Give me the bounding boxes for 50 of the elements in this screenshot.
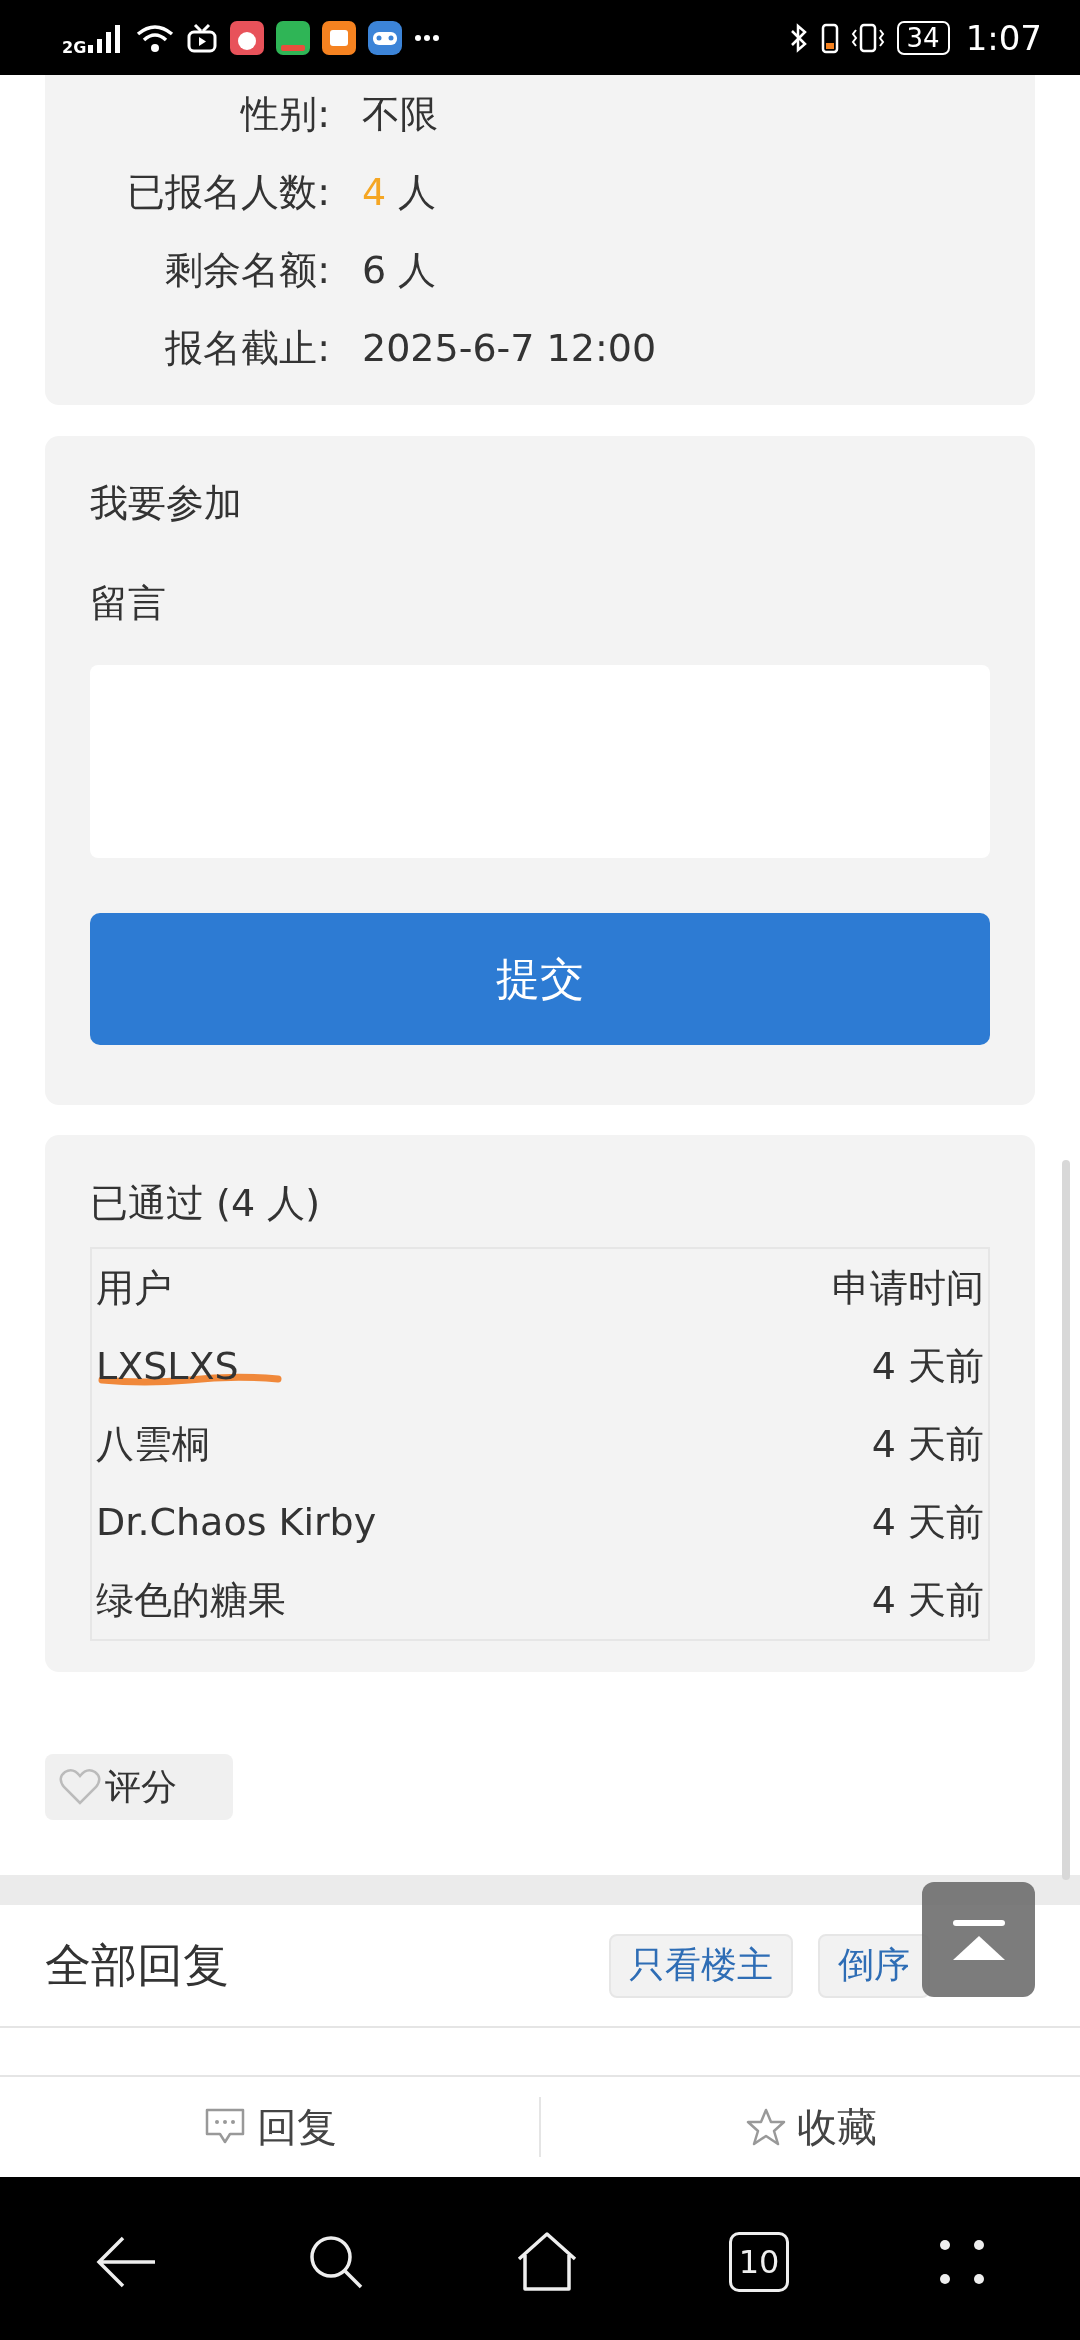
detail-value: 4 人 xyxy=(362,168,437,216)
phone-icon xyxy=(820,21,839,54)
app-icon xyxy=(230,20,265,55)
filter-button[interactable]: 倒序 xyxy=(818,1933,930,1998)
tabs-button[interactable]: 10 xyxy=(729,2232,789,2292)
apply-time: 4 天前 xyxy=(871,1498,984,1546)
replies-title: 全部回复 xyxy=(45,1936,229,1994)
message-label: 留言 xyxy=(90,581,167,625)
detail-value: 不限 xyxy=(362,90,438,138)
user-name[interactable]: 八雲桐 xyxy=(96,1421,210,1466)
dots-icon[interactable] xyxy=(939,2239,985,2285)
user-name[interactable]: 绿色的糖果 xyxy=(96,1577,286,1622)
home-icon[interactable] xyxy=(515,2231,579,2293)
back-icon[interactable] xyxy=(95,2235,157,2289)
user-name[interactable]: Dr.Chaos Kirby xyxy=(96,1500,377,1544)
app-icon xyxy=(322,20,357,55)
battery-level: 34 xyxy=(896,20,950,55)
column-header: 用户 xyxy=(96,1264,172,1312)
section-title: 已通过 (4 人) xyxy=(90,1181,321,1225)
rate-button[interactable]: 评分 xyxy=(45,1754,233,1820)
section-title: 我要参加 xyxy=(90,481,243,525)
detail-label: 性别: xyxy=(239,90,330,138)
search-icon[interactable] xyxy=(307,2233,365,2291)
vibrate-icon xyxy=(850,21,885,54)
apply-time: 4 天前 xyxy=(871,1342,984,1390)
app-icon xyxy=(276,20,311,55)
scroll-top-button[interactable] xyxy=(922,1882,1035,1997)
filter-button[interactable]: 只看楼主 xyxy=(609,1933,793,1998)
reply-button[interactable]: 回复 xyxy=(0,2077,539,2177)
detail-value: 6 人 xyxy=(362,246,437,294)
heart-icon xyxy=(59,1768,101,1806)
detail-value: 2025-6-7 12:00 xyxy=(362,326,657,370)
detail-label: 已报名人数: xyxy=(126,168,330,216)
tv-icon xyxy=(186,22,219,53)
gamepad-icon xyxy=(368,20,403,55)
submit-button[interactable]: 提交 xyxy=(90,913,990,1045)
detail-label: 报名截止: xyxy=(164,324,330,372)
bluetooth-icon xyxy=(788,22,809,53)
star-icon xyxy=(744,2107,787,2147)
clock-time: 1:07 xyxy=(965,17,1042,58)
apply-time: 4 天前 xyxy=(871,1420,984,1468)
user-name[interactable]: LXSLXS xyxy=(96,1344,239,1388)
apply-time: 4 天前 xyxy=(871,1576,984,1624)
detail-label: 剩余名额: xyxy=(164,246,330,294)
column-header: 申请时间 xyxy=(832,1264,984,1312)
wifi-icon xyxy=(136,22,175,53)
more-icon xyxy=(414,33,441,42)
network-type: 2G xyxy=(62,38,87,57)
scrollbar[interactable] xyxy=(1062,1160,1070,1880)
favorite-button[interactable]: 收藏 xyxy=(541,2077,1080,2177)
